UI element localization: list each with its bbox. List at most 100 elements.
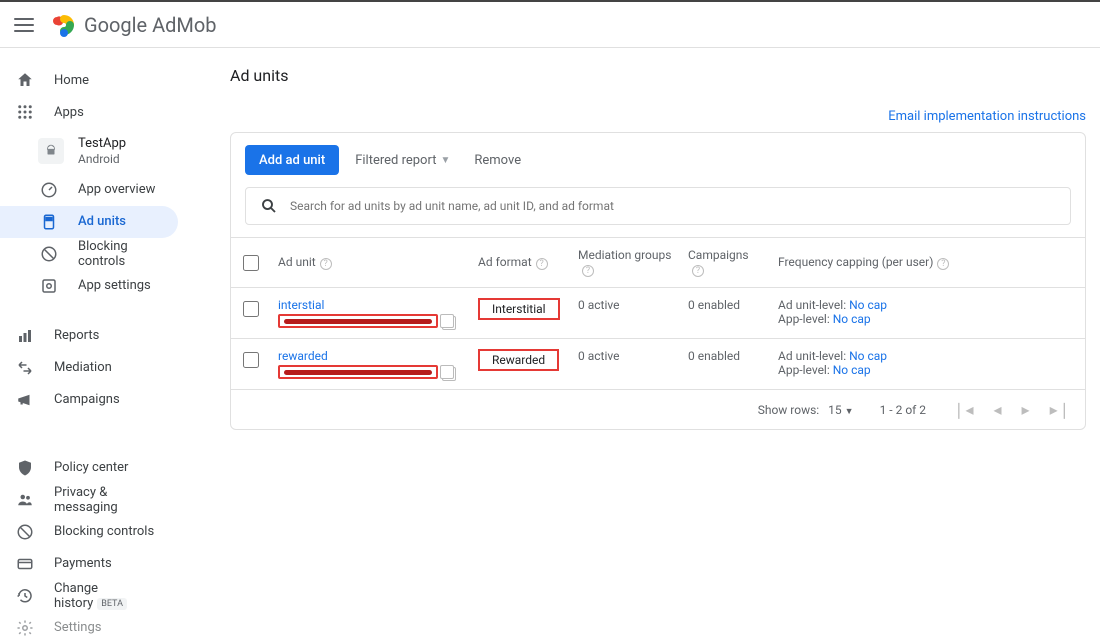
sidebar-item-label: Blocking controls bbox=[78, 239, 162, 269]
cap-link[interactable]: No cap bbox=[849, 298, 887, 312]
sidebar-item-label: Payments bbox=[54, 556, 112, 571]
settings-square-icon bbox=[40, 277, 58, 295]
block-icon bbox=[40, 245, 58, 263]
page-prev-icon[interactable]: ◂ bbox=[994, 400, 1002, 419]
ad-units-card: Add ad unit Filtered report ▼ Remove bbox=[230, 132, 1086, 430]
history-icon bbox=[16, 587, 34, 605]
col-format: Ad format bbox=[478, 255, 532, 269]
sidebar-item-blocking-controls[interactable]: Blocking controls bbox=[0, 516, 178, 548]
help-icon[interactable]: ? bbox=[536, 258, 548, 270]
gauge-icon bbox=[40, 181, 58, 199]
copy-icon[interactable] bbox=[442, 367, 456, 381]
sidebar-item-reports[interactable]: Reports bbox=[0, 320, 178, 352]
ad-unit-link[interactable]: rewarded bbox=[278, 349, 462, 363]
chevron-down-icon: ▼ bbox=[845, 407, 854, 417]
sidebar-item-app-overview[interactable]: App overview bbox=[0, 174, 178, 206]
table-row: rewarded Rewarded 0 active 0 enabled Ad … bbox=[231, 339, 1085, 390]
freq-cap-cell: Ad unit-level: No cap App-level: No cap bbox=[770, 339, 1085, 390]
app-header: Google AdMob bbox=[0, 2, 1100, 48]
shield-icon bbox=[16, 459, 34, 477]
product-name: Google AdMob bbox=[84, 13, 217, 37]
sidebar-item-label: Campaigns bbox=[54, 392, 120, 407]
app-platform: Android bbox=[78, 152, 126, 166]
apps-icon bbox=[16, 103, 34, 121]
sidebar-item-label: Change historyBETA bbox=[54, 581, 162, 611]
sidebar-item-payments[interactable]: Payments bbox=[0, 548, 178, 580]
page-first-icon[interactable]: ❘◂ bbox=[952, 400, 973, 419]
email-instructions-link[interactable]: Email implementation instructions bbox=[888, 109, 1086, 124]
payments-icon bbox=[16, 555, 34, 573]
sidebar-item-label: App overview bbox=[78, 182, 155, 197]
cap-link[interactable]: No cap bbox=[849, 349, 887, 363]
help-icon[interactable]: ? bbox=[692, 265, 704, 277]
sidebar-item-label: Policy center bbox=[54, 460, 128, 475]
mediation-icon bbox=[16, 359, 34, 377]
show-rows-label: Show rows: bbox=[758, 403, 819, 417]
show-rows-select[interactable]: 15 ▼ bbox=[828, 403, 853, 417]
sidebar-item-home[interactable]: Home bbox=[0, 64, 178, 96]
help-icon[interactable]: ? bbox=[320, 258, 332, 270]
search-icon bbox=[260, 197, 278, 215]
sidebar-item-label: Home bbox=[54, 73, 89, 88]
add-ad-unit-button[interactable]: Add ad unit bbox=[245, 145, 339, 175]
megaphone-icon bbox=[16, 391, 34, 409]
cap-link[interactable]: No cap bbox=[833, 363, 871, 377]
search-input[interactable] bbox=[288, 198, 1056, 214]
home-icon bbox=[16, 71, 34, 89]
remove-button[interactable]: Remove bbox=[474, 153, 521, 168]
ad-format-badge: Rewarded bbox=[478, 349, 559, 371]
mediation-cell: 0 active bbox=[570, 339, 680, 390]
sidebar-item-label: Privacy & messaging bbox=[54, 485, 162, 515]
sidebar-item-label: Reports bbox=[54, 328, 99, 343]
gear-icon bbox=[16, 619, 34, 637]
sidebar-item-label: Apps bbox=[54, 105, 84, 120]
ad-unit-icon bbox=[40, 213, 58, 231]
admob-logo-icon bbox=[52, 13, 76, 37]
menu-icon[interactable] bbox=[14, 15, 34, 35]
sidebar-item-privacy[interactable]: Privacy & messaging bbox=[0, 484, 178, 516]
help-icon[interactable]: ? bbox=[582, 265, 594, 277]
cap-link[interactable]: No cap bbox=[833, 312, 871, 326]
android-icon bbox=[38, 138, 64, 164]
ad-format-badge: Interstitial bbox=[478, 298, 560, 320]
product-logo[interactable]: Google AdMob bbox=[52, 13, 217, 37]
sidebar-item-app-settings[interactable]: App settings bbox=[0, 270, 178, 302]
chevron-down-icon: ▼ bbox=[440, 155, 450, 166]
ad-unit-link[interactable]: interstial bbox=[278, 298, 462, 312]
block-icon bbox=[16, 523, 34, 541]
sidebar: Home Apps TestApp Android App overview bbox=[0, 48, 200, 524]
sidebar-item-settings[interactable]: Settings bbox=[0, 612, 178, 644]
sidebar-app-block[interactable]: TestApp Android bbox=[0, 132, 200, 170]
sidebar-item-ad-units[interactable]: Ad units bbox=[0, 206, 178, 238]
filtered-report-dropdown[interactable]: Filtered report ▼ bbox=[355, 153, 450, 168]
sidebar-item-label: Mediation bbox=[54, 360, 112, 375]
col-freq: Frequency capping (per user) bbox=[778, 255, 933, 269]
table-row: interstial Interstitial 0 active 0 enabl… bbox=[231, 288, 1085, 339]
ad-unit-id-redacted bbox=[278, 365, 438, 379]
sidebar-item-blocking-controls-app[interactable]: Blocking controls bbox=[0, 238, 178, 270]
page-next-icon[interactable]: ▸ bbox=[1022, 400, 1030, 419]
app-name: TestApp bbox=[78, 136, 126, 152]
row-checkbox[interactable] bbox=[243, 301, 259, 317]
sidebar-item-policy-center[interactable]: Policy center bbox=[0, 452, 178, 484]
campaigns-cell: 0 enabled bbox=[680, 339, 770, 390]
freq-cap-cell: Ad unit-level: No cap App-level: No cap bbox=[770, 288, 1085, 339]
select-all-checkbox[interactable] bbox=[243, 255, 259, 271]
sidebar-item-change-history[interactable]: Change historyBETA bbox=[0, 580, 178, 612]
row-checkbox[interactable] bbox=[243, 352, 259, 368]
help-icon[interactable]: ? bbox=[937, 258, 949, 270]
col-ad-unit: Ad unit bbox=[278, 255, 316, 269]
sidebar-item-label: Blocking controls bbox=[54, 524, 154, 539]
sidebar-item-mediation[interactable]: Mediation bbox=[0, 352, 178, 384]
sidebar-item-campaigns[interactable]: Campaigns bbox=[0, 384, 178, 416]
mediation-cell: 0 active bbox=[570, 288, 680, 339]
pagination-range: 1 - 2 of 2 bbox=[880, 403, 926, 417]
sidebar-item-label: Ad units bbox=[78, 214, 126, 229]
sidebar-item-apps[interactable]: Apps bbox=[0, 96, 178, 128]
sidebar-item-label: App settings bbox=[78, 278, 151, 293]
page-last-icon[interactable]: ▸❘ bbox=[1050, 400, 1071, 419]
copy-icon[interactable] bbox=[442, 316, 456, 330]
reports-icon bbox=[16, 327, 34, 345]
search-bar[interactable] bbox=[245, 187, 1071, 225]
col-mediation: Mediation groups bbox=[578, 248, 671, 262]
